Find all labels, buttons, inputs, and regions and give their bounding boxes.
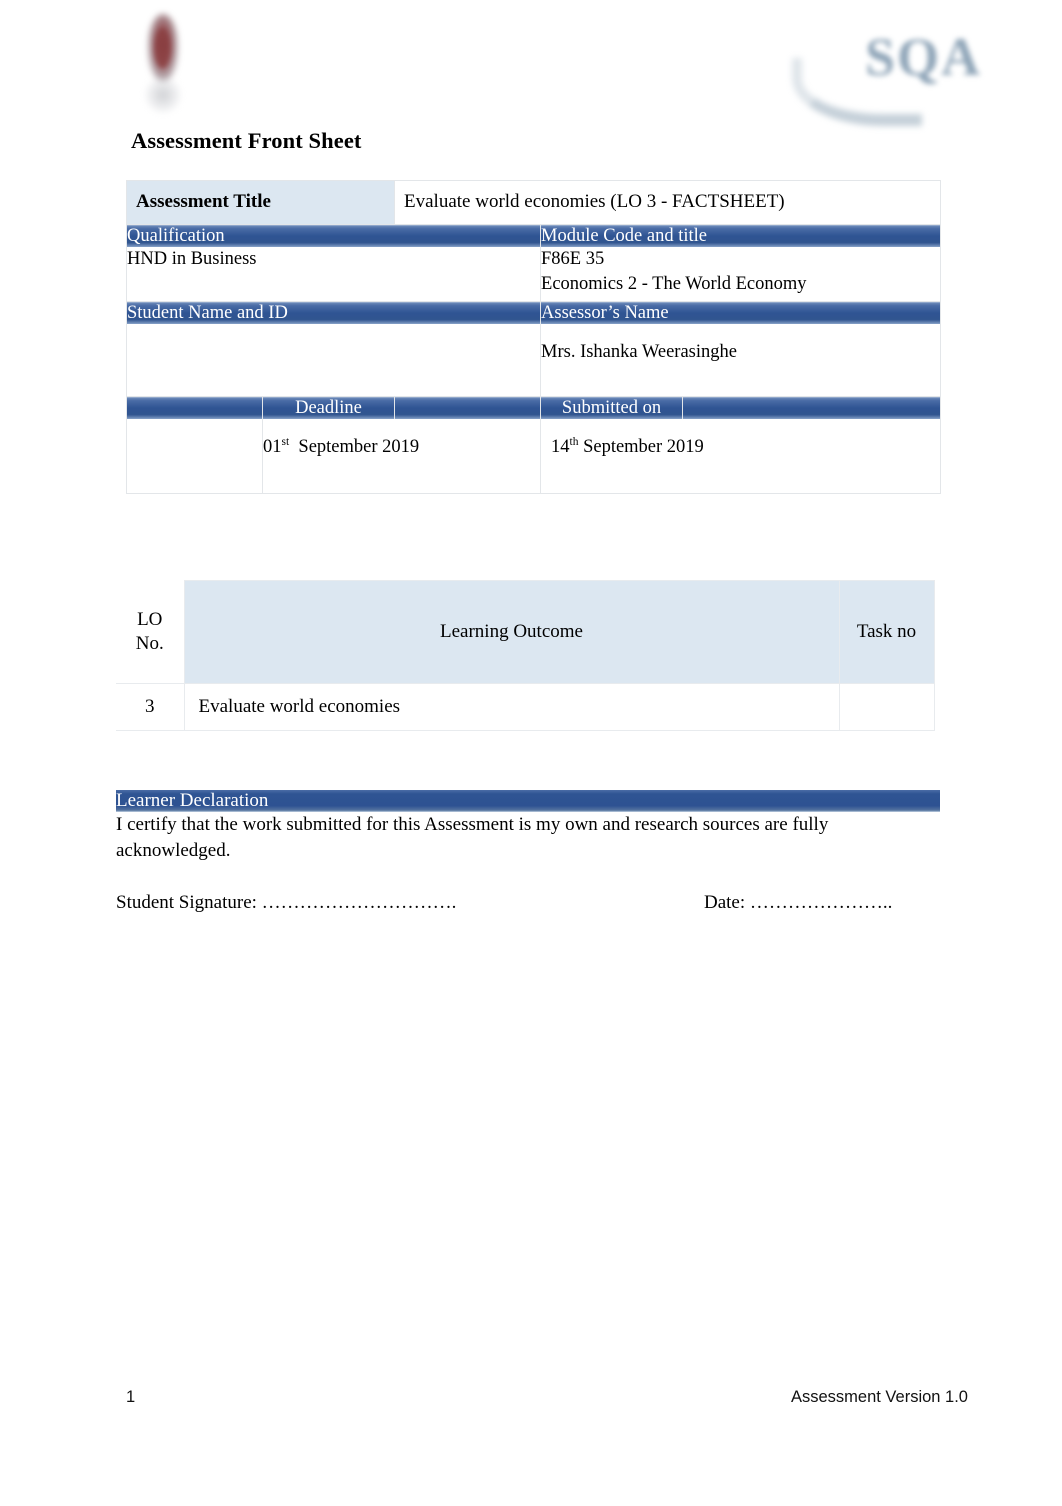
module-label: Module Code and title — [540, 224, 942, 247]
qualification-value-row: HND in Business F86E 35 Economics 2 - Th… — [125, 247, 942, 302]
submitted-on-value[interactable]: 14th September 2019 — [540, 419, 942, 494]
declaration-date-label[interactable]: Date: ………………….. — [704, 890, 892, 916]
declaration-body-row: I certify that the work submitted for th… — [116, 812, 940, 916]
learner-declaration-table: Learner Declaration I certify that the w… — [116, 790, 940, 916]
deadline-ordinal: st — [281, 435, 290, 448]
qualification-header-row: Qualification Module Code and title — [125, 224, 942, 247]
assessment-title-row: Assessment Title Evaluate world economie… — [125, 180, 942, 225]
deadline-value[interactable]: 01st September 2019 — [261, 419, 542, 494]
submitted-on-label: Submitted on — [540, 396, 684, 419]
deadline-spacer-cell-2 — [394, 396, 542, 419]
deadline-day: 01 — [263, 437, 282, 457]
learning-outcomes-table: LO No. Learning Outcome Task no 3 Evalua… — [116, 580, 935, 731]
module-value-cell[interactable]: F86E 35 Economics 2 - The World Economy — [540, 247, 942, 302]
deadline-header-row: Deadline Submitted on — [126, 396, 942, 419]
sqa-logo: SQA — [786, 14, 986, 126]
declaration-signature-line: Student Signature: …………………………. Date: ………… — [116, 890, 940, 916]
qualification-value[interactable]: HND in Business — [125, 247, 542, 302]
declaration-text: I certify that the work submitted for th… — [116, 814, 829, 861]
page-title: Assessment Front Sheet — [131, 128, 362, 153]
learner-declaration-heading: Learner Declaration — [116, 790, 940, 812]
task-no-header: Task no — [838, 580, 935, 684]
deadline-spacer-cell — [126, 396, 263, 419]
lo-no-header-line1: LO — [137, 608, 163, 630]
assessor-name-value[interactable]: Mrs. Ishanka Weerasinghe — [540, 324, 942, 397]
assessment-details-table: Assessment Title Evaluate world economie… — [125, 180, 942, 494]
declaration-body-cell: I certify that the work submitted for th… — [116, 812, 940, 916]
student-signature-label[interactable]: Student Signature: …………………………. — [116, 892, 456, 913]
deadline-rest: September 2019 — [298, 437, 420, 457]
footer-page-number: 1 — [126, 1388, 136, 1406]
page-footer: 1 Assessment Version 1.0 — [126, 1388, 968, 1407]
crest-inner-shape-icon — [155, 28, 170, 68]
student-name-value[interactable] — [125, 324, 542, 397]
table-row: 3 Evaluate world economies — [116, 683, 935, 731]
assessment-title-value[interactable]: Evaluate world economies (LO 3 - FACTSHE… — [394, 180, 942, 225]
deadline-value-row: 01st September 2019 14th September 2019 — [126, 419, 942, 494]
submitted-ordinal: th — [569, 435, 579, 448]
assessment-title-label: Assessment Title — [125, 180, 396, 225]
student-value-row: Mrs. Ishanka Weerasinghe — [125, 324, 942, 397]
student-name-label: Student Name and ID — [125, 301, 542, 324]
deadline-label: Deadline — [261, 396, 396, 419]
declaration-heading-row: Learner Declaration — [116, 790, 940, 812]
institution-crest-logo — [136, 6, 192, 118]
lo-no-header-line2: No. — [135, 632, 164, 654]
submitted-rest: September 2019 — [583, 437, 704, 457]
qualification-label: Qualification — [125, 224, 542, 247]
module-title: Economics 2 - The World Economy — [541, 274, 807, 294]
crest-base-shape-icon — [146, 78, 180, 112]
module-code: F86E 35 — [541, 249, 605, 269]
lo-no-cell: 3 — [116, 683, 185, 731]
sqa-logo-text: SQA — [864, 27, 982, 87]
submitted-spacer-cell — [682, 396, 942, 419]
learning-outcome-header: Learning Outcome — [183, 580, 840, 684]
footer-version: Assessment Version 1.0 — [790, 1388, 968, 1406]
submitted-day: 14 — [551, 437, 570, 457]
student-header-row: Student Name and ID Assessor’s Name — [125, 301, 942, 324]
lo-header-row: LO No. Learning Outcome Task no — [116, 580, 935, 684]
task-no-cell[interactable] — [838, 683, 935, 731]
learning-outcome-cell: Evaluate world economies — [183, 683, 840, 731]
lo-no-header: LO No. — [116, 580, 185, 684]
assessor-name-label: Assessor’s Name — [540, 301, 942, 324]
deadline-blank-cell[interactable] — [126, 419, 263, 494]
